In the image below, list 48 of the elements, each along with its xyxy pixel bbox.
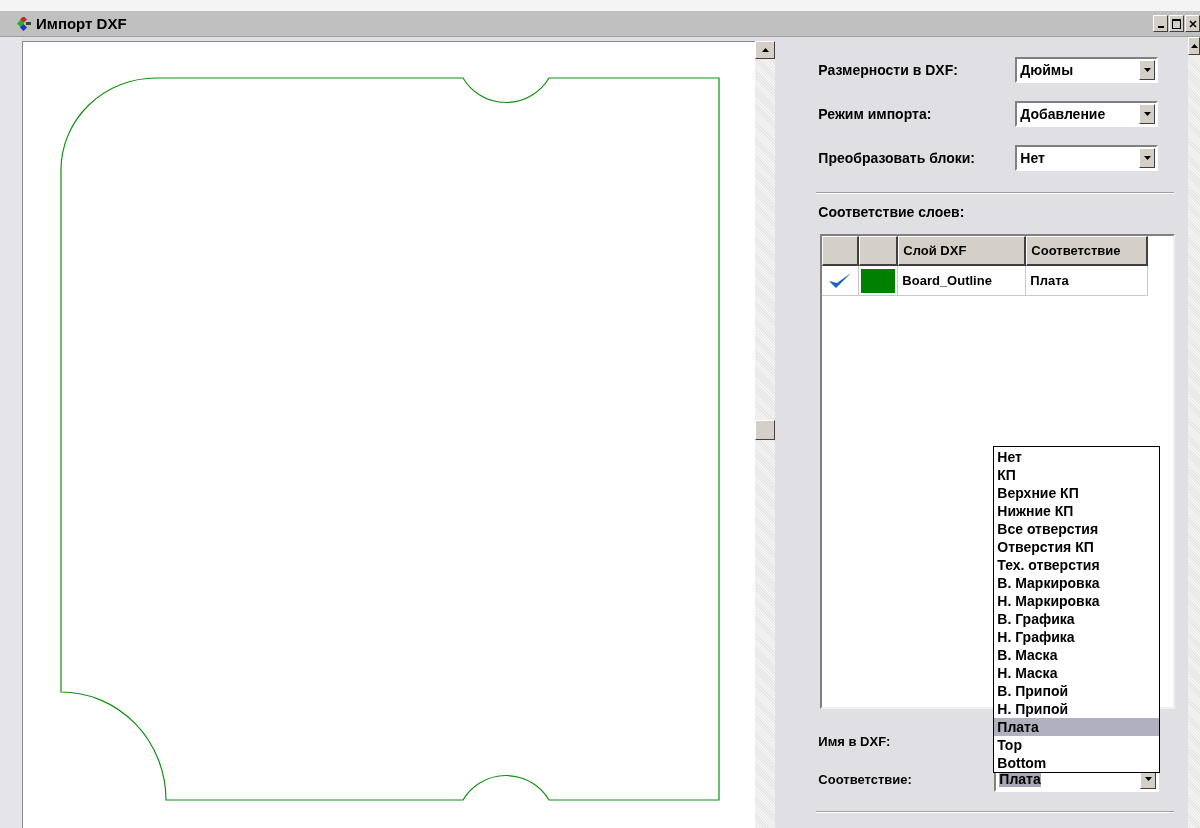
scroll-up-icon[interactable] <box>1190 44 1198 48</box>
setting-dropdown[interactable]: Дюймы <box>1015 57 1159 83</box>
section-label: Соответствие слоев: <box>818 204 966 222</box>
dropdown-option[interactable]: Top <box>994 736 1160 754</box>
table-cell: Board_Outline <box>898 266 1027 296</box>
vertical-scrollbar[interactable] <box>755 41 776 828</box>
close-button[interactable] <box>1185 15 1200 32</box>
field-label: Соответствие: <box>818 771 913 787</box>
setting-dropdown[interactable]: Нет <box>1015 145 1159 171</box>
maximize-button[interactable] <box>1169 15 1184 32</box>
app-icon <box>16 16 32 31</box>
setting-dropdown[interactable]: Добавление <box>1015 101 1159 127</box>
dropdown-option[interactable]: В. Графика <box>994 610 1160 628</box>
column-header[interactable]: Слой DXF <box>898 236 1027 266</box>
dropdown-option[interactable]: Тех. отверстия <box>994 556 1160 574</box>
dropdown-option[interactable]: Н. Маска <box>994 664 1160 682</box>
dropdown-option[interactable]: Н. Припой <box>994 700 1160 718</box>
scroll-thumb[interactable] <box>755 420 776 440</box>
dropdown-option[interactable]: Плата <box>994 718 1160 736</box>
checkmark-icon[interactable] <box>828 271 853 290</box>
dropdown-option[interactable]: В. Маска <box>994 646 1160 664</box>
setting-label: Режим импорта: <box>818 106 933 122</box>
dropdown-arrow-icon[interactable] <box>1143 112 1151 116</box>
dropdown-option[interactable]: Все отверстия <box>994 520 1160 538</box>
dropdown-arrow-icon[interactable] <box>1143 156 1151 160</box>
setting-label: Преобразовать блоки: <box>818 150 976 166</box>
dropdown-arrow-icon[interactable] <box>1144 777 1152 781</box>
vertical-scrollbar[interactable] <box>1188 37 1200 828</box>
dropdown-option[interactable]: Нижние КП <box>994 502 1160 520</box>
dropdown-option[interactable]: Отверстия КП <box>994 538 1160 556</box>
dropdown-option[interactable]: Н. Графика <box>994 628 1160 646</box>
dropdown-option[interactable]: Нет <box>994 448 1160 466</box>
minimize-button[interactable] <box>1153 15 1168 32</box>
close-icon <box>1188 19 1197 28</box>
dropdown-option[interactable]: КП <box>994 466 1160 484</box>
table-cell[interactable]: Плата <box>1026 266 1149 296</box>
column-header[interactable] <box>859 236 899 266</box>
dropdown-option[interactable]: В. Припой <box>994 682 1160 700</box>
scroll-up-icon[interactable] <box>761 48 769 52</box>
field-label: Имя в DXF: <box>818 733 892 749</box>
dropdown-arrow-icon[interactable] <box>1143 68 1151 72</box>
dropdown-option[interactable]: В. Маркировка <box>994 574 1160 592</box>
column-header[interactable] <box>822 236 860 266</box>
dropdown-option[interactable]: Н. Маркировка <box>994 592 1160 610</box>
column-header[interactable]: Соответствие <box>1026 236 1149 266</box>
dropdown-option[interactable]: Верхние КП <box>994 484 1160 502</box>
setting-label: Размерности в DXF: <box>818 62 959 78</box>
window-title: Импорт DXF <box>36 15 127 32</box>
